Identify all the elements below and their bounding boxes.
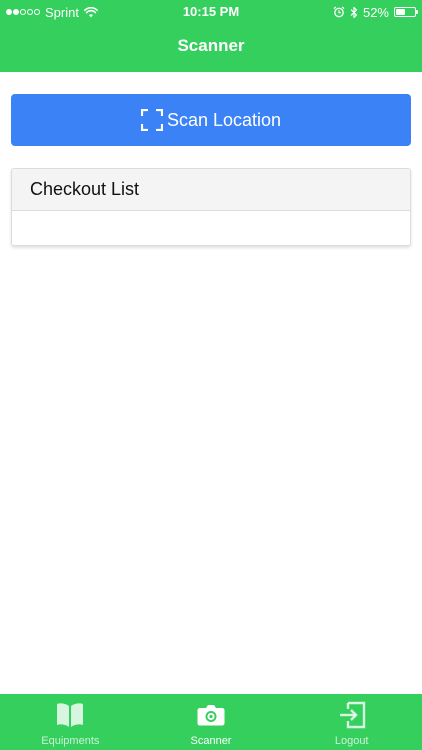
camera-icon <box>196 701 226 729</box>
scan-location-button[interactable]: Scan Location <box>11 94 411 146</box>
checkout-list-body <box>12 211 410 245</box>
logout-icon <box>338 701 366 729</box>
battery-fill <box>396 9 405 15</box>
app-screen: Sprint 10:15 PM 52% Scanner Scan Locatio… <box>0 0 422 750</box>
battery-icon <box>394 7 418 17</box>
tab-label: Logout <box>334 735 369 747</box>
tab-equipments[interactable]: Equipments <box>0 694 141 750</box>
top-header: Sprint 10:15 PM 52% Scanner <box>0 0 422 72</box>
scan-frame-icon <box>140 109 163 131</box>
status-right: 52% <box>333 4 418 20</box>
tab-label: Scanner <box>190 735 232 747</box>
checkout-list-card: Checkout List <box>11 168 411 246</box>
tab-label: Equipments <box>41 735 100 747</box>
checkout-list-header: Checkout List <box>12 169 410 211</box>
tab-bar: Equipments Scanner Logout <box>0 694 422 750</box>
tab-logout[interactable]: Logout <box>281 694 422 750</box>
book-icon <box>55 701 85 729</box>
tab-scanner[interactable]: Scanner <box>141 694 282 750</box>
alarm-clock-icon <box>333 6 345 18</box>
scan-button-label: Scan Location <box>166 109 282 130</box>
bluetooth-icon <box>350 6 358 19</box>
battery-tip <box>416 10 418 14</box>
status-bar: Sprint 10:15 PM 52% <box>0 0 422 24</box>
page-title: Scanner <box>177 36 245 55</box>
battery-percent: 52% <box>362 4 389 20</box>
